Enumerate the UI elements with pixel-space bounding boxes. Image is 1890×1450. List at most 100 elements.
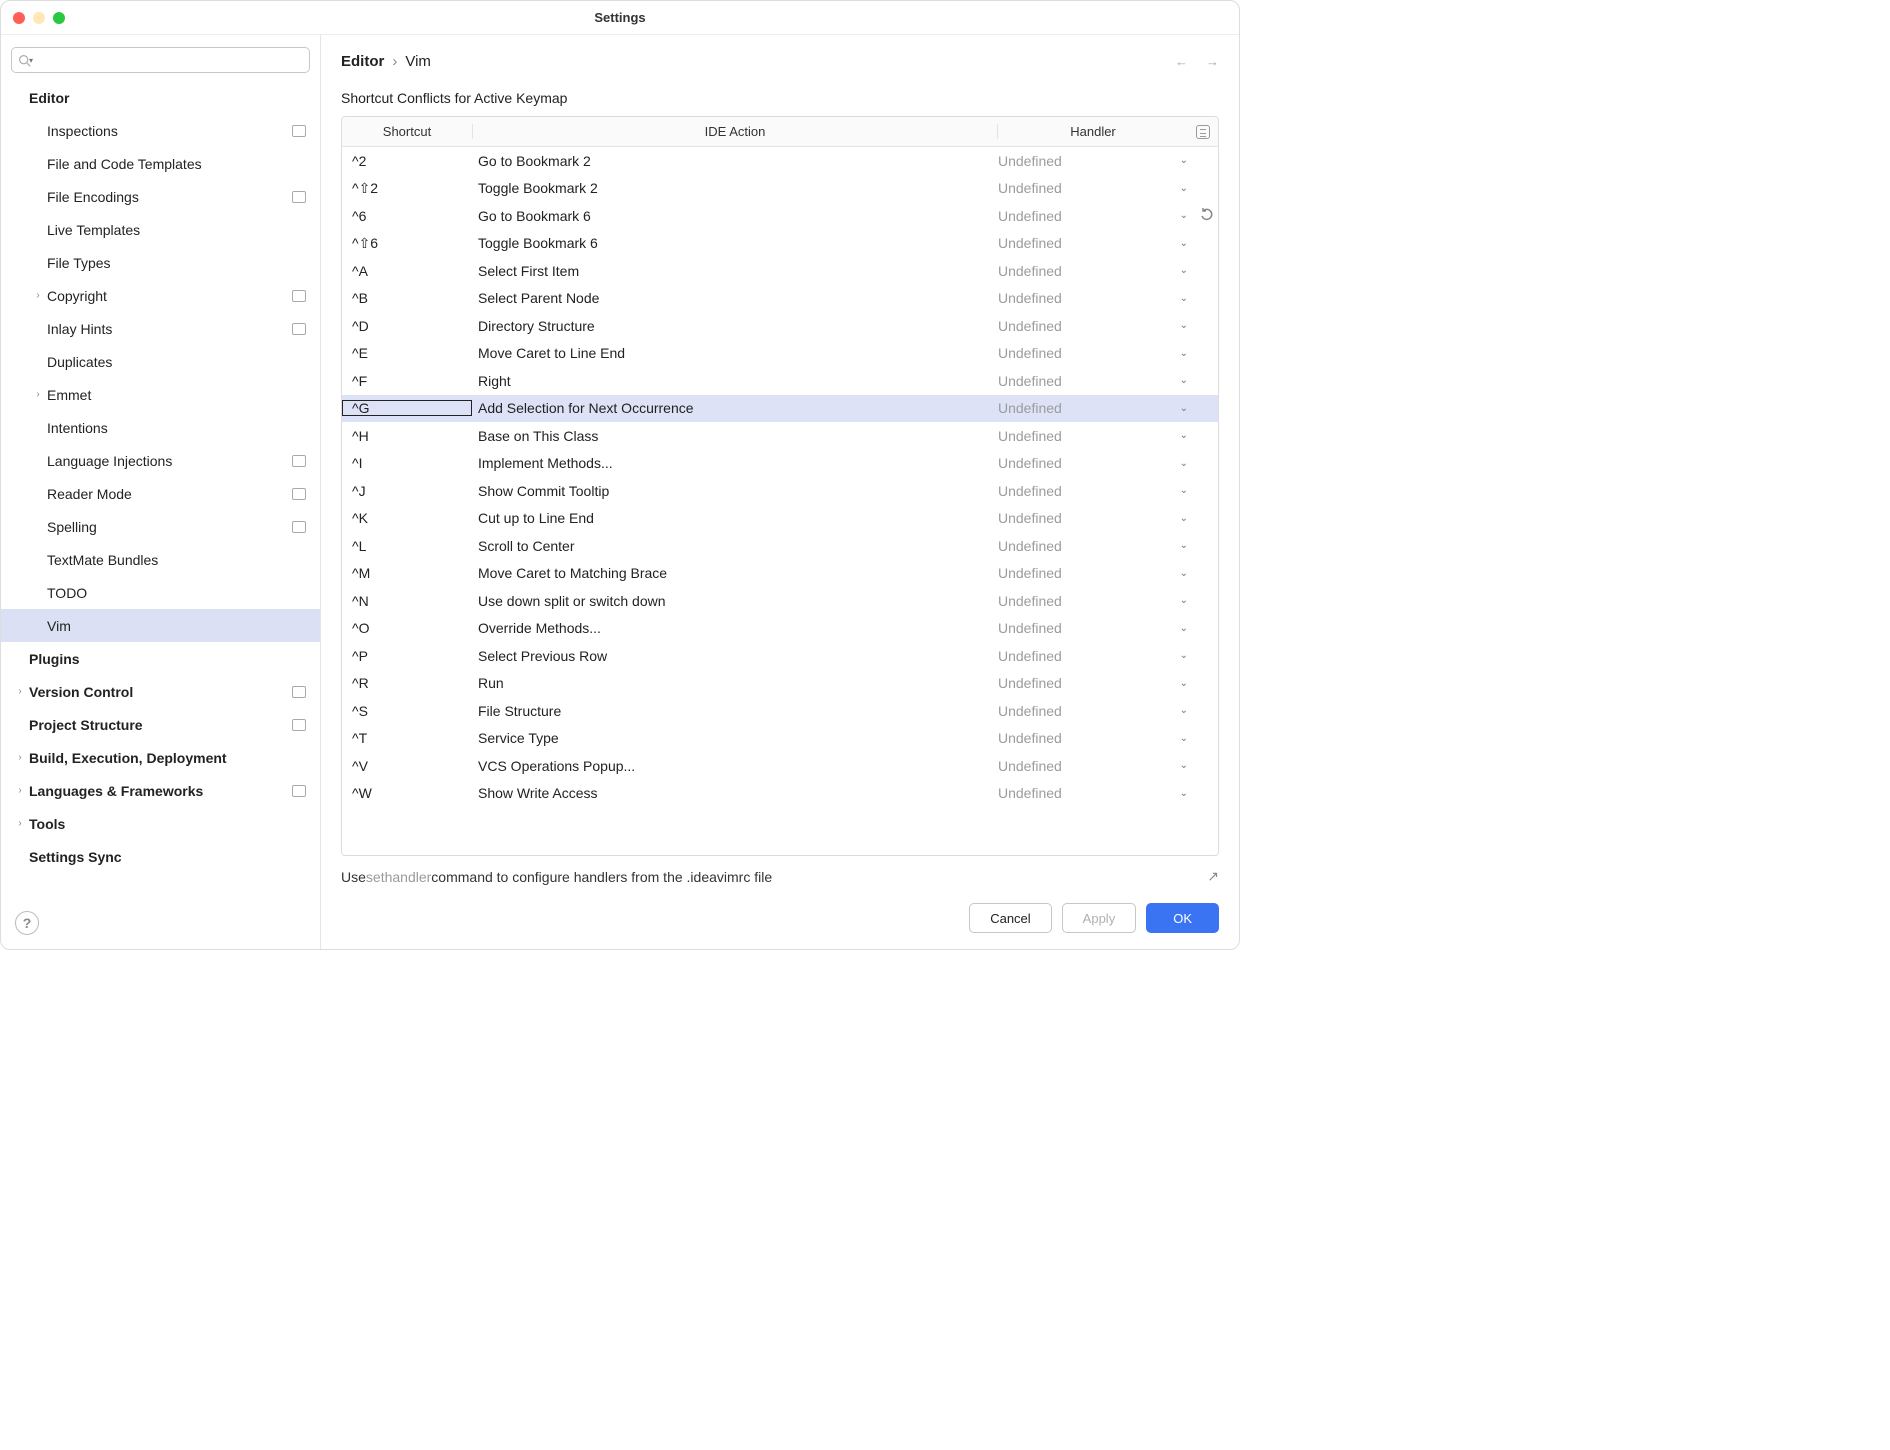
cell-handler-dropdown[interactable]: Undefined⌄	[998, 758, 1218, 774]
sidebar-item-language-injections[interactable]: Language Injections	[1, 444, 320, 477]
table-row[interactable]: ^OOverride Methods...Undefined⌄	[342, 615, 1218, 643]
table-row[interactable]: ^GAdd Selection for Next OccurrenceUndef…	[342, 395, 1218, 423]
table-row[interactable]: ^RRunUndefined⌄	[342, 670, 1218, 698]
table-row[interactable]: ^VVCS Operations Popup...Undefined⌄	[342, 752, 1218, 780]
apply-button[interactable]: Apply	[1062, 903, 1137, 933]
table-body[interactable]: ^2Go to Bookmark 2Undefined⌄^⇧2Toggle Bo…	[342, 147, 1218, 855]
sidebar-item-version-control[interactable]: ›Version Control	[1, 675, 320, 708]
cell-handler-dropdown[interactable]: Undefined⌄	[998, 180, 1218, 196]
chevron-down-icon: ⌄	[1180, 540, 1188, 551]
sidebar-item-inlay-hints[interactable]: Inlay Hints	[1, 312, 320, 345]
expand-chevron-icon[interactable]: ›	[11, 686, 29, 697]
table-row[interactable]: ^DDirectory StructureUndefined⌄	[342, 312, 1218, 340]
help-button[interactable]: ?	[15, 911, 39, 935]
table-row[interactable]: ^⇧2Toggle Bookmark 2Undefined⌄	[342, 175, 1218, 203]
sidebar-item-project-structure[interactable]: Project Structure	[1, 708, 320, 741]
sidebar-item-settings-sync[interactable]: Settings Sync	[1, 840, 320, 873]
sidebar-item-build-execution-deployment[interactable]: ›Build, Execution, Deployment	[1, 741, 320, 774]
breadcrumb-root: Editor	[341, 53, 384, 70]
cell-handler-dropdown[interactable]: Undefined⌄	[998, 208, 1218, 224]
expand-chevron-icon[interactable]: ›	[11, 785, 29, 796]
sidebar-item-todo[interactable]: TODO	[1, 576, 320, 609]
expand-chevron-icon[interactable]: ›	[11, 752, 29, 763]
sidebar-item-languages-frameworks[interactable]: ›Languages & Frameworks	[1, 774, 320, 807]
cell-handler-dropdown[interactable]: Undefined⌄	[998, 620, 1218, 636]
cell-handler-dropdown[interactable]: Undefined⌄	[998, 428, 1218, 444]
cell-handler-dropdown[interactable]: Undefined⌄	[998, 510, 1218, 526]
hint-row: Use sethandler command to configure hand…	[321, 856, 1239, 893]
expand-chevron-icon[interactable]: ›	[29, 290, 47, 301]
cell-handler-dropdown[interactable]: Undefined⌄	[998, 235, 1218, 251]
table-row[interactable]: ^6Go to Bookmark 6Undefined⌄	[342, 202, 1218, 230]
cell-ide-action: Base on This Class	[472, 428, 998, 444]
cell-handler-dropdown[interactable]: Undefined⌄	[998, 648, 1218, 664]
table-row[interactable]: ^JShow Commit TooltipUndefined⌄	[342, 477, 1218, 505]
scope-badge-icon	[292, 290, 306, 302]
sidebar-item-live-templates[interactable]: Live Templates	[1, 213, 320, 246]
cell-handler-dropdown[interactable]: Undefined⌄	[998, 373, 1218, 389]
table-row[interactable]: ^NUse down split or switch downUndefined…	[342, 587, 1218, 615]
table-row[interactable]: ^ASelect First ItemUndefined⌄	[342, 257, 1218, 285]
table-row[interactable]: ^2Go to Bookmark 2Undefined⌄	[342, 147, 1218, 175]
cell-handler-dropdown[interactable]: Undefined⌄	[998, 730, 1218, 746]
cell-handler-dropdown[interactable]: Undefined⌄	[998, 538, 1218, 554]
table-row[interactable]: ^SFile StructureUndefined⌄	[342, 697, 1218, 725]
sidebar-item-tools[interactable]: ›Tools	[1, 807, 320, 840]
table-row[interactable]: ^WShow Write AccessUndefined⌄	[342, 780, 1218, 808]
sidebar-item-spelling[interactable]: Spelling	[1, 510, 320, 543]
cell-handler-dropdown[interactable]: Undefined⌄	[998, 400, 1218, 416]
table-row[interactable]: ^LScroll to CenterUndefined⌄	[342, 532, 1218, 560]
sidebar-item-duplicates[interactable]: Duplicates	[1, 345, 320, 378]
table-row[interactable]: ^⇧6Toggle Bookmark 6Undefined⌄	[342, 230, 1218, 258]
table-row[interactable]: ^TService TypeUndefined⌄	[342, 725, 1218, 753]
sidebar-item-emmet[interactable]: ›Emmet	[1, 378, 320, 411]
sidebar-item-reader-mode[interactable]: Reader Mode	[1, 477, 320, 510]
reset-icon[interactable]	[1199, 207, 1215, 226]
cell-handler-dropdown[interactable]: Undefined⌄	[998, 290, 1218, 306]
sidebar-item-file-types[interactable]: File Types	[1, 246, 320, 279]
sidebar-item-vim[interactable]: Vim	[1, 609, 320, 642]
cell-handler-dropdown[interactable]: Undefined⌄	[998, 483, 1218, 499]
table-row[interactable]: ^FRightUndefined⌄	[342, 367, 1218, 395]
column-header-handler[interactable]: Handler	[998, 124, 1188, 139]
handler-value: Undefined	[998, 373, 1062, 389]
sidebar-item-file-and-code-templates[interactable]: File and Code Templates	[1, 147, 320, 180]
expand-chevron-icon[interactable]: ›	[29, 389, 47, 400]
cell-handler-dropdown[interactable]: Undefined⌄	[998, 703, 1218, 719]
sidebar-item-plugins[interactable]: Plugins	[1, 642, 320, 675]
sidebar-item-editor[interactable]: Editor	[1, 81, 320, 114]
table-row[interactable]: ^EMove Caret to Line EndUndefined⌄	[342, 340, 1218, 368]
table-row[interactable]: ^KCut up to Line EndUndefined⌄	[342, 505, 1218, 533]
cell-handler-dropdown[interactable]: Undefined⌄	[998, 785, 1218, 801]
column-header-ide-action[interactable]: IDE Action	[472, 124, 998, 139]
cell-handler-dropdown[interactable]: Undefined⌄	[998, 153, 1218, 169]
cell-handler-dropdown[interactable]: Undefined⌄	[998, 263, 1218, 279]
expand-chevron-icon[interactable]: ›	[11, 818, 29, 829]
cell-handler-dropdown[interactable]: Undefined⌄	[998, 675, 1218, 691]
settings-tree[interactable]: EditorInspectionsFile and Code Templates…	[1, 81, 320, 949]
column-header-shortcut[interactable]: Shortcut	[342, 124, 472, 139]
search-input[interactable]	[37, 53, 303, 68]
cell-handler-dropdown[interactable]: Undefined⌄	[998, 345, 1218, 361]
sidebar-item-intentions[interactable]: Intentions	[1, 411, 320, 444]
history-forward-icon[interactable]: →	[1206, 54, 1219, 69]
table-row[interactable]: ^HBase on This ClassUndefined⌄	[342, 422, 1218, 450]
cell-handler-dropdown[interactable]: Undefined⌄	[998, 593, 1218, 609]
popout-icon[interactable]: ↗	[1207, 868, 1219, 885]
sidebar-item-inspections[interactable]: Inspections	[1, 114, 320, 147]
column-chooser-button[interactable]	[1188, 125, 1218, 139]
cell-handler-dropdown[interactable]: Undefined⌄	[998, 455, 1218, 471]
cancel-button[interactable]: Cancel	[969, 903, 1051, 933]
sidebar-item-textmate-bundles[interactable]: TextMate Bundles	[1, 543, 320, 576]
ok-button[interactable]: OK	[1146, 903, 1219, 933]
table-row[interactable]: ^PSelect Previous RowUndefined⌄	[342, 642, 1218, 670]
sidebar-item-copyright[interactable]: ›Copyright	[1, 279, 320, 312]
cell-handler-dropdown[interactable]: Undefined⌄	[998, 565, 1218, 581]
table-row[interactable]: ^IImplement Methods...Undefined⌄	[342, 450, 1218, 478]
table-row[interactable]: ^MMove Caret to Matching BraceUndefined⌄	[342, 560, 1218, 588]
cell-handler-dropdown[interactable]: Undefined⌄	[998, 318, 1218, 334]
history-back-icon[interactable]: ←	[1175, 54, 1188, 69]
table-row[interactable]: ^BSelect Parent NodeUndefined⌄	[342, 285, 1218, 313]
sidebar-item-file-encodings[interactable]: File Encodings	[1, 180, 320, 213]
search-field[interactable]: ▾	[11, 47, 310, 73]
